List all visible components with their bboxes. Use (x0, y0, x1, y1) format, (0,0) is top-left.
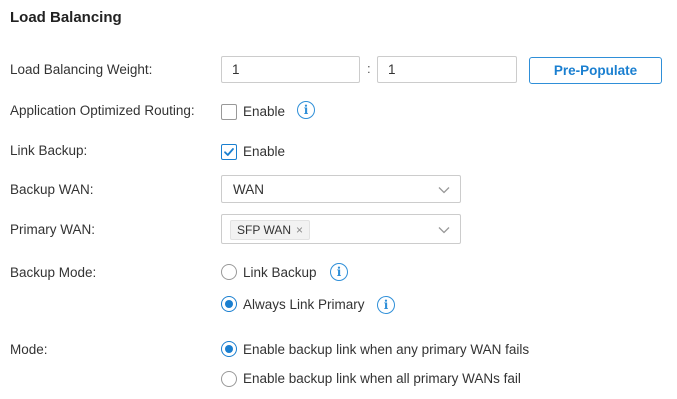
application-optimized-routing-label: Application Optimized Routing: (10, 103, 195, 118)
link-backup-enable-checkbox[interactable] (221, 144, 237, 160)
checkmark-icon (224, 148, 234, 156)
primary-wan-tag: SFP WAN × (230, 220, 311, 240)
backup-wan-selected-value: WAN (233, 182, 264, 197)
mode-label: Mode: (10, 342, 48, 357)
link-backup-label: Link Backup: (10, 143, 88, 158)
backup-wan-select[interactable]: WAN (221, 175, 461, 203)
primary-wan-label: Primary WAN: (10, 222, 95, 237)
chevron-down-icon (438, 187, 450, 194)
tag-remove-icon[interactable]: × (296, 221, 303, 239)
backup-wan-label: Backup WAN: (10, 182, 94, 197)
mode-all-primary-fail-radio[interactable] (221, 371, 237, 387)
info-icon[interactable]: i (377, 296, 395, 314)
backup-mode-label: Backup Mode: (10, 265, 97, 280)
section-title: Load Balancing (10, 9, 122, 26)
backup-mode-always-link-primary-radio[interactable] (221, 296, 237, 312)
backup-mode-link-backup-radio[interactable] (221, 264, 237, 280)
chevron-down-icon (438, 227, 450, 234)
load-balancing-weight-label: Load Balancing Weight: (10, 62, 153, 77)
mode-any-primary-fails-label: Enable backup link when any primary WAN … (243, 342, 530, 357)
weight-separator: : (367, 61, 371, 76)
mode-any-primary-fails-radio[interactable] (221, 341, 237, 357)
app-routing-enable-label: Enable (243, 104, 286, 119)
info-icon[interactable]: i (297, 101, 315, 119)
backup-mode-link-backup-label: Link Backup (243, 265, 317, 280)
primary-wan-select[interactable]: SFP WAN × (221, 214, 461, 244)
info-icon[interactable]: i (330, 263, 348, 281)
app-routing-enable-checkbox[interactable] (221, 104, 237, 120)
backup-mode-always-link-primary-label: Always Link Primary (243, 297, 365, 312)
mode-all-primary-fail-label: Enable backup link when all primary WANs… (243, 371, 521, 386)
link-backup-enable-label: Enable (243, 144, 286, 159)
weight-input-2[interactable] (377, 56, 517, 83)
weight-input-1[interactable] (221, 56, 360, 83)
pre-populate-button[interactable]: Pre-Populate (529, 57, 662, 84)
primary-wan-tag-label: SFP WAN (237, 223, 292, 237)
